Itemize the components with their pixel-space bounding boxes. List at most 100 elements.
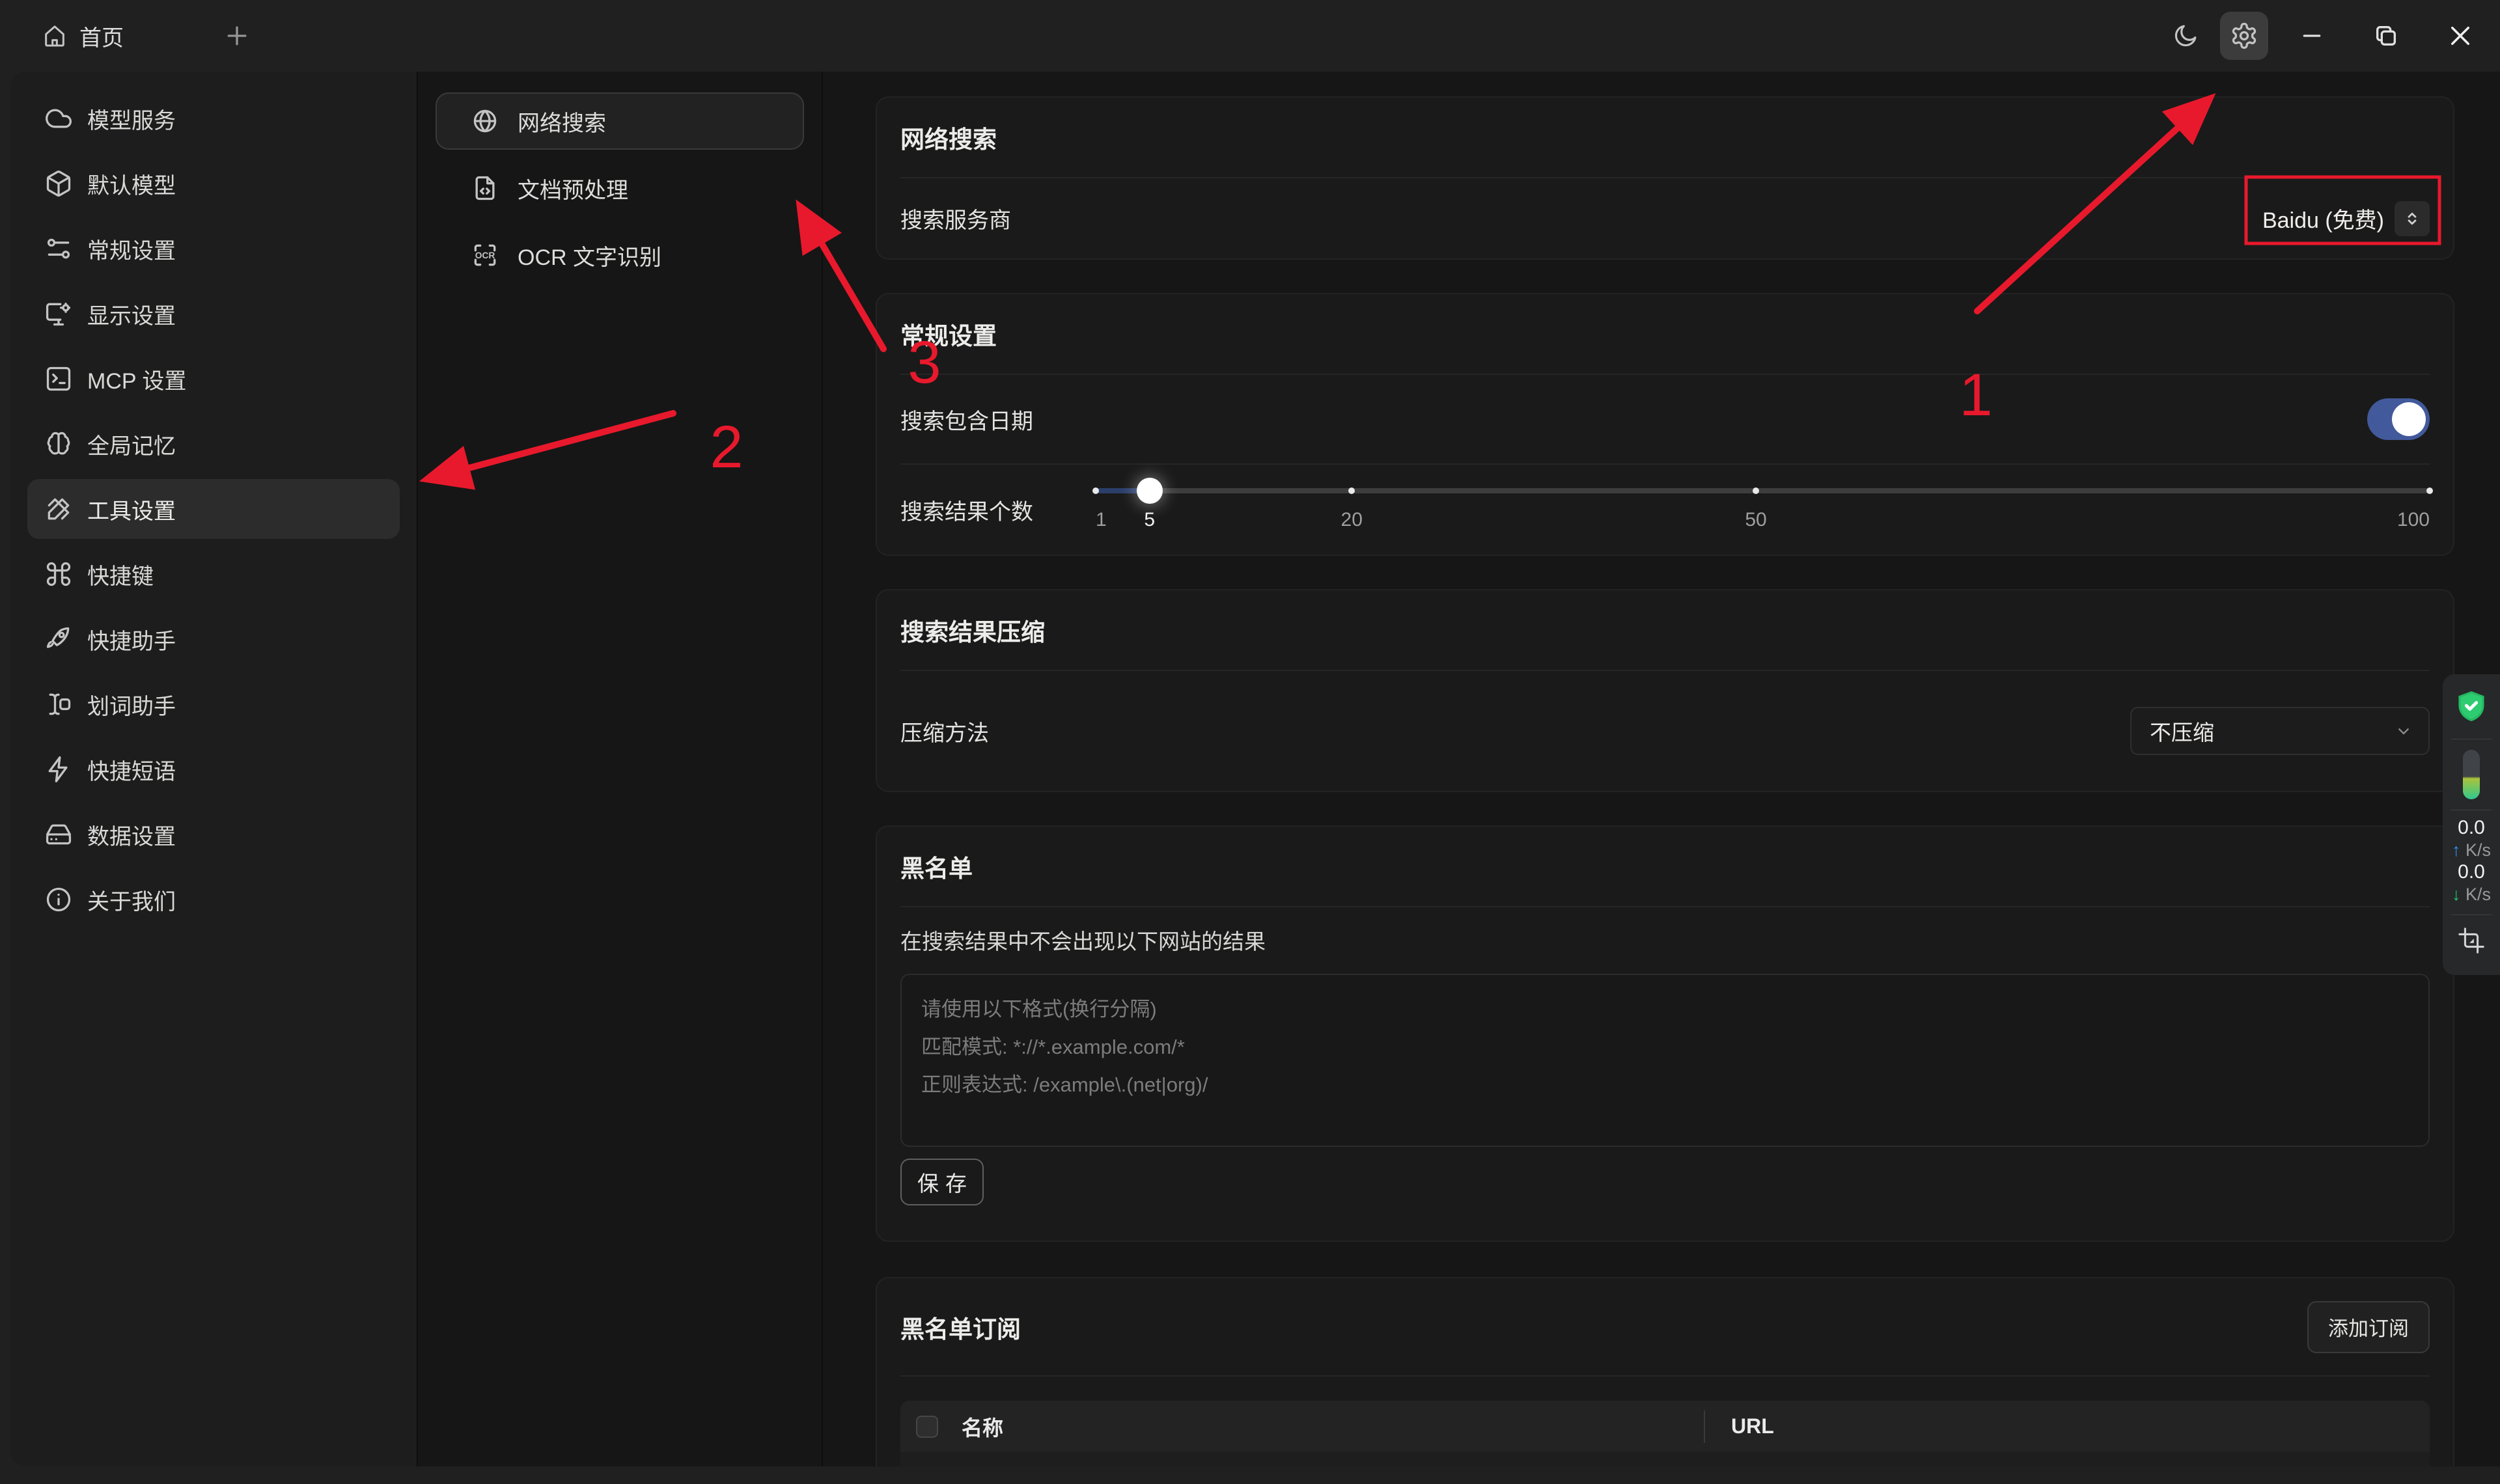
textarea-placeholder-line: 匹配模式: *://*.example.com/*	[921, 1028, 2409, 1066]
crop-icon	[2456, 926, 2486, 955]
slider-thumb[interactable]	[1137, 478, 1163, 504]
result-count-row: 搜索结果个数 1 5 20 50 100	[900, 465, 2430, 555]
textarea-placeholder-line: 正则表达式: /example\.(net|org)/	[921, 1066, 2409, 1104]
package-icon	[44, 169, 73, 198]
slider-mark	[1092, 488, 1099, 494]
slider-tick-label: 1	[1096, 509, 1107, 531]
close-button[interactable]	[2436, 12, 2484, 60]
moon-icon	[2172, 22, 2199, 49]
brain-icon	[44, 430, 73, 458]
ocr-scan-icon: OCR	[471, 241, 499, 269]
divider	[2451, 914, 2492, 915]
sidebar-item-quick-assistant[interactable]: 快捷助手	[27, 609, 400, 669]
subsidebar-item-ocr[interactable]: OCR OCR 文字识别	[436, 227, 804, 284]
sidebar-item-label: 常规设置	[87, 233, 176, 265]
blacklist-description: 在搜索结果中不会出现以下网站的结果	[900, 924, 2430, 955]
tools-subsidebar: 网络搜索 文档预处理 OCR OCR 文字识别	[418, 72, 823, 1466]
sidebar-item-general-settings[interactable]: 常规设置	[27, 219, 400, 279]
sliders-icon	[44, 234, 73, 263]
network-speed: 0.0 ↑ K/s 0.0 ↓ K/s	[2452, 817, 2491, 905]
section-title-compression: 搜索结果压缩	[900, 590, 2430, 670]
compression-card: 搜索结果压缩 压缩方法 不压缩	[876, 589, 2454, 792]
slider-tick-label: 50	[1745, 509, 1766, 531]
subsidebar-item-label: 文档预处理	[518, 172, 628, 204]
restore-button[interactable]	[2362, 12, 2410, 60]
security-shield-icon[interactable]	[2454, 689, 2489, 727]
blacklist-textarea[interactable]: 请使用以下格式(换行分隔) 匹配模式: *://*.example.com/* …	[900, 974, 2430, 1147]
cloud-icon	[44, 104, 73, 133]
subsidebar-item-web-search[interactable]: 网络搜索	[436, 92, 804, 150]
blacklist-subscription-card: 黑名单订阅 添加订阅 名称 URL	[876, 1277, 2454, 1466]
close-icon	[2447, 22, 2474, 49]
new-tab-button[interactable]	[223, 21, 251, 50]
sidebar-item-model-services[interactable]: 模型服务	[27, 89, 400, 148]
sidebar-item-tool-settings[interactable]: 工具设置	[27, 479, 400, 539]
memory-gauge[interactable]	[2463, 750, 2480, 799]
app-window: 首页 模型服务	[0, 0, 2500, 1484]
sidebar-item-default-models[interactable]: 默认模型	[27, 154, 400, 213]
slider-track[interactable]	[1096, 488, 2430, 493]
sidebar-item-about-us[interactable]: 关于我们	[27, 870, 400, 929]
blacklist-card: 黑名单 在搜索结果中不会出现以下网站的结果 请使用以下格式(换行分隔) 匹配模式…	[876, 825, 2454, 1242]
download-speed-value: 0.0	[2452, 861, 2491, 883]
sidebar-item-quick-phrases[interactable]: 快捷短语	[27, 739, 400, 799]
sidebar-item-label: 快捷助手	[87, 624, 176, 655]
info-icon	[44, 885, 73, 914]
upload-speed-value: 0.0	[2452, 817, 2491, 839]
section-title-blacklist: 黑名单	[900, 827, 2430, 906]
slider-tick-label: 20	[1341, 509, 1363, 531]
sidebar-item-label: 显示设置	[87, 298, 176, 330]
sidebar-item-global-memory[interactable]: 全局记忆	[27, 414, 400, 474]
hard-drive-icon	[44, 820, 73, 849]
settings-window: 模型服务 默认模型 常规设置 显示设置 MCP 设置 全局记忆	[10, 72, 2500, 1466]
slider-tick-label: 5	[1144, 509, 1155, 531]
include-date-toggle[interactable]	[2367, 398, 2430, 440]
compression-method-label: 压缩方法	[900, 715, 989, 747]
compression-method-value: 不压缩	[2150, 715, 2214, 747]
settings-button[interactable]	[2220, 12, 2268, 60]
result-count-slider[interactable]: 1 5 20 50 100	[1096, 465, 2430, 555]
column-header-url: URL	[1731, 1414, 1774, 1438]
section-title-general: 常规设置	[900, 294, 2430, 374]
select-all-checkbox[interactable]	[916, 1416, 938, 1438]
settings-content: 网络搜索 搜索服务商 Baidu (免费) 常规设置 搜索包	[823, 72, 2500, 1466]
compression-method-row: 压缩方法 不压缩	[900, 671, 2430, 791]
titlebar: 首页	[0, 0, 2500, 72]
theme-toggle-button[interactable]	[2161, 12, 2210, 60]
sidebar-item-display-settings[interactable]: 显示设置	[27, 284, 400, 344]
compression-method-select[interactable]: 不压缩	[2130, 707, 2430, 755]
divider	[900, 906, 2430, 907]
sidebar-item-label: 关于我们	[87, 884, 176, 916]
include-date-row: 搜索包含日期	[900, 375, 2430, 463]
restore-icon	[2373, 23, 2399, 49]
web-search-card: 网络搜索 搜索服务商 Baidu (免费)	[876, 96, 2454, 260]
search-provider-select[interactable]: Baidu (免费)	[2262, 201, 2430, 236]
tab-home[interactable]: 首页	[42, 20, 124, 52]
result-count-label: 搜索结果个数	[900, 494, 1033, 526]
toggle-knob	[2392, 402, 2426, 436]
search-provider-label: 搜索服务商	[900, 202, 1011, 234]
sidebar-item-label: 默认模型	[87, 168, 176, 200]
svg-text:OCR: OCR	[475, 251, 495, 260]
slider-mark	[1348, 488, 1355, 494]
table-header-row: 名称 URL	[900, 1401, 2430, 1452]
sidebar-item-mcp-settings[interactable]: MCP 设置	[27, 349, 400, 409]
slider-tick-label: 100	[2397, 509, 2430, 531]
rocket-icon	[44, 625, 73, 653]
slider-mark	[2426, 488, 2433, 494]
divider	[900, 1375, 2430, 1377]
add-subscription-button[interactable]: 添加订阅	[2307, 1301, 2430, 1353]
tab-home-label: 首页	[79, 20, 124, 52]
window-controls	[2161, 12, 2484, 60]
screenshot-tool-button[interactable]	[2456, 926, 2486, 955]
sidebar-item-shortcuts[interactable]: 快捷键	[27, 544, 400, 604]
sidebar-item-data-settings[interactable]: 数据设置	[27, 804, 400, 864]
subsidebar-item-doc-preprocess[interactable]: 文档预处理	[436, 159, 804, 217]
search-provider-value: Baidu (免费)	[2262, 202, 2384, 234]
download-speed-unit: K/s	[2465, 885, 2491, 904]
terminal-icon	[44, 364, 73, 393]
minimize-button[interactable]	[2288, 12, 2336, 60]
save-button[interactable]: 保存	[900, 1159, 984, 1205]
subscription-table: 名称 URL	[900, 1401, 2430, 1466]
sidebar-item-selection-assistant[interactable]: 划词助手	[27, 674, 400, 734]
